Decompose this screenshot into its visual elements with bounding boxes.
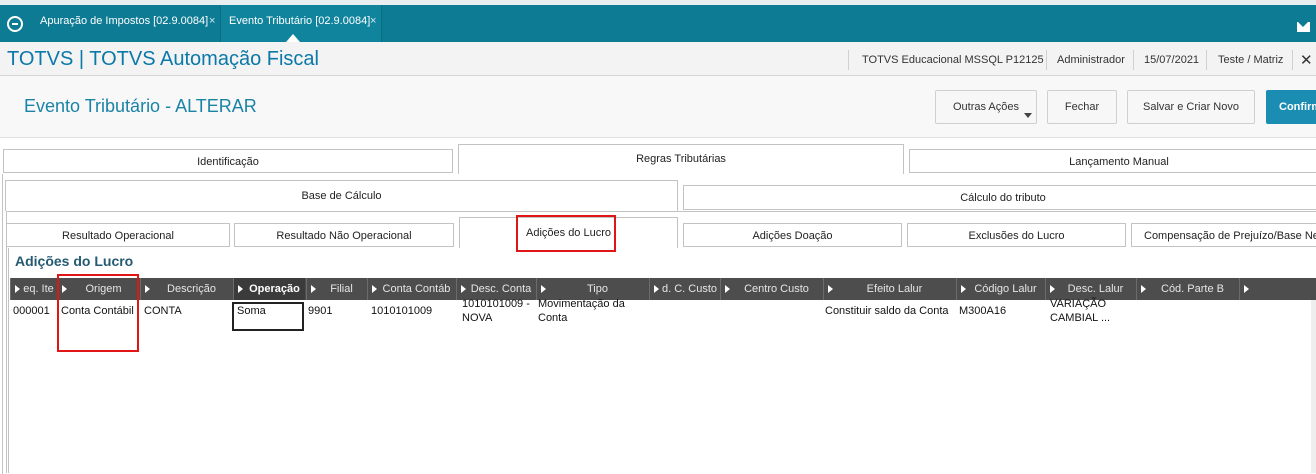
tab-base-de-calculo[interactable]: Base de Cálculo xyxy=(5,180,678,211)
app-header: TOTVS | TOTVS Automação Fiscal TOTVS Edu… xyxy=(0,42,1316,76)
window-tab-label: Apuração de Impostos [02.9.0084] xyxy=(40,15,209,27)
highlight-box xyxy=(57,274,139,352)
triangle-right-icon xyxy=(725,285,730,293)
tab-identificacao[interactable]: Identificação xyxy=(3,149,453,173)
column-header-more[interactable] xyxy=(1239,278,1316,300)
tab-exclusoes-do-lucro[interactable]: Exclusões do Lucro xyxy=(907,223,1126,247)
column-header-cod-c-custo[interactable]: d. C. Custo xyxy=(649,278,719,300)
triangle-right-icon xyxy=(311,285,316,293)
mail-icon[interactable] xyxy=(1297,22,1310,32)
triangle-right-icon xyxy=(1050,285,1055,293)
brand-title: TOTVS | TOTVS Automação Fiscal xyxy=(7,48,319,70)
form-content: Identificação Regras Tributárias Lançame… xyxy=(0,138,1316,474)
column-header-operacao[interactable]: Operação xyxy=(233,278,305,300)
column-header-cod-parte-b[interactable]: Cód. Parte B xyxy=(1136,278,1238,300)
window-tab-label: Evento Tributário [02.9.0084] xyxy=(229,15,371,27)
page-title: Evento Tributário - ALTERAR xyxy=(24,96,257,116)
triangle-right-icon xyxy=(372,285,377,293)
cell-desc-conta-line1[interactable]: 1010101009 - xyxy=(462,297,530,311)
close-icon[interactable]: × xyxy=(370,5,376,38)
triangle-right-icon xyxy=(145,285,150,293)
divider xyxy=(1292,50,1293,70)
cell-operacao[interactable]: Soma xyxy=(237,304,266,318)
tab-lancamento-manual[interactable]: Lançamento Manual xyxy=(909,149,1316,173)
column-header-codigo-lalur[interactable]: Código Lalur xyxy=(956,278,1044,300)
column-header-conta-contabil[interactable]: Conta Contáb xyxy=(367,278,455,300)
cell-desc-lalur-line1[interactable]: VARIAÇÃO xyxy=(1050,297,1106,311)
tab-resultado-operacional[interactable]: Resultado Operacional xyxy=(6,223,230,247)
triangle-right-icon xyxy=(238,285,243,293)
confirmar-button[interactable]: Confirmar xyxy=(1266,90,1316,124)
highlight-box xyxy=(516,215,616,252)
vertical-scrollbar[interactable] xyxy=(1311,300,1316,473)
active-tab-pointer xyxy=(286,34,300,42)
button-label: Outras Ações xyxy=(952,101,1020,113)
user-label[interactable]: Administrador xyxy=(1057,54,1125,66)
company-label[interactable]: Teste / Matriz xyxy=(1218,54,1283,66)
section-title: Adições do Lucro xyxy=(15,253,134,269)
tab-regras-tributarias[interactable]: Regras Tributárias xyxy=(458,144,904,174)
environment-label[interactable]: TOTVS Educacional MSSQL P12125 xyxy=(862,54,1044,66)
fechar-button[interactable]: Fechar xyxy=(1047,90,1117,124)
divider xyxy=(1046,50,1047,70)
cell-codigo-lalur[interactable]: M300A16 xyxy=(959,304,1006,318)
divider xyxy=(848,50,849,70)
triangle-right-icon xyxy=(654,285,659,293)
page-header: Evento Tributário - ALTERAR Outras Ações… xyxy=(0,76,1316,138)
cell-efeito-lalur[interactable]: Constituir saldo da Conta xyxy=(825,304,949,318)
cell-filial[interactable]: 9901 xyxy=(308,304,332,318)
cell-descricao[interactable]: CONTA xyxy=(144,304,182,318)
cell-tipo-line1[interactable]: Movimentação da xyxy=(538,297,625,311)
triangle-right-icon xyxy=(828,285,833,293)
cell-desc-conta-line2[interactable]: NOVA xyxy=(462,311,492,325)
triangle-right-icon xyxy=(1141,285,1146,293)
date-label[interactable]: 15/07/2021 xyxy=(1144,54,1199,66)
chevron-down-icon xyxy=(1024,113,1032,118)
triangle-right-icon xyxy=(961,285,966,293)
divider xyxy=(1133,50,1134,70)
close-icon[interactable]: × xyxy=(209,5,215,38)
grid-header: eq. Ite Origem Descrição Operação Filial… xyxy=(10,278,1316,300)
tab-adicoes-doacao[interactable]: Adições Doação xyxy=(683,223,902,247)
cell-conta-contabil[interactable]: 1010101009 xyxy=(371,304,432,318)
column-header-seq[interactable]: eq. Ite xyxy=(10,278,56,300)
cell-tipo-line2[interactable]: Conta xyxy=(538,311,567,325)
triangle-right-icon xyxy=(1244,285,1249,293)
window-tab-apuracao[interactable]: Apuração de Impostos [02.9.0084] × xyxy=(32,5,218,42)
column-header-descricao[interactable]: Descrição xyxy=(140,278,232,300)
divider xyxy=(1206,50,1207,70)
salvar-criar-novo-button[interactable]: Salvar e Criar Novo xyxy=(1127,90,1255,124)
tab-compensacao-prejuizo[interactable]: Compensação de Prejuízo/Base Neg xyxy=(1131,223,1316,247)
outras-acoes-button[interactable]: Outras Ações xyxy=(935,90,1037,124)
cell-desc-lalur-line2[interactable]: CAMBIAL ... xyxy=(1050,311,1110,325)
cell-seq[interactable]: 000001 xyxy=(13,304,50,318)
close-icon[interactable]: ✕ xyxy=(1300,51,1313,69)
triangle-right-icon xyxy=(461,285,466,293)
window-tab-evento[interactable]: Evento Tributário [02.9.0084] × xyxy=(220,5,382,42)
column-header-centro-custo[interactable]: Centro Custo xyxy=(720,278,822,300)
tab-resultado-nao-operacional[interactable]: Resultado Não Operacional xyxy=(234,223,454,247)
tab-calculo-do-tributo[interactable]: Cálculo do tributo xyxy=(683,185,1316,210)
column-header-efeito-lalur[interactable]: Efeito Lalur xyxy=(823,278,955,300)
column-header-filial[interactable]: Filial xyxy=(306,278,366,300)
triangle-right-icon xyxy=(541,285,546,293)
totvs-logo-icon[interactable] xyxy=(7,16,23,32)
triangle-right-icon xyxy=(15,285,20,293)
